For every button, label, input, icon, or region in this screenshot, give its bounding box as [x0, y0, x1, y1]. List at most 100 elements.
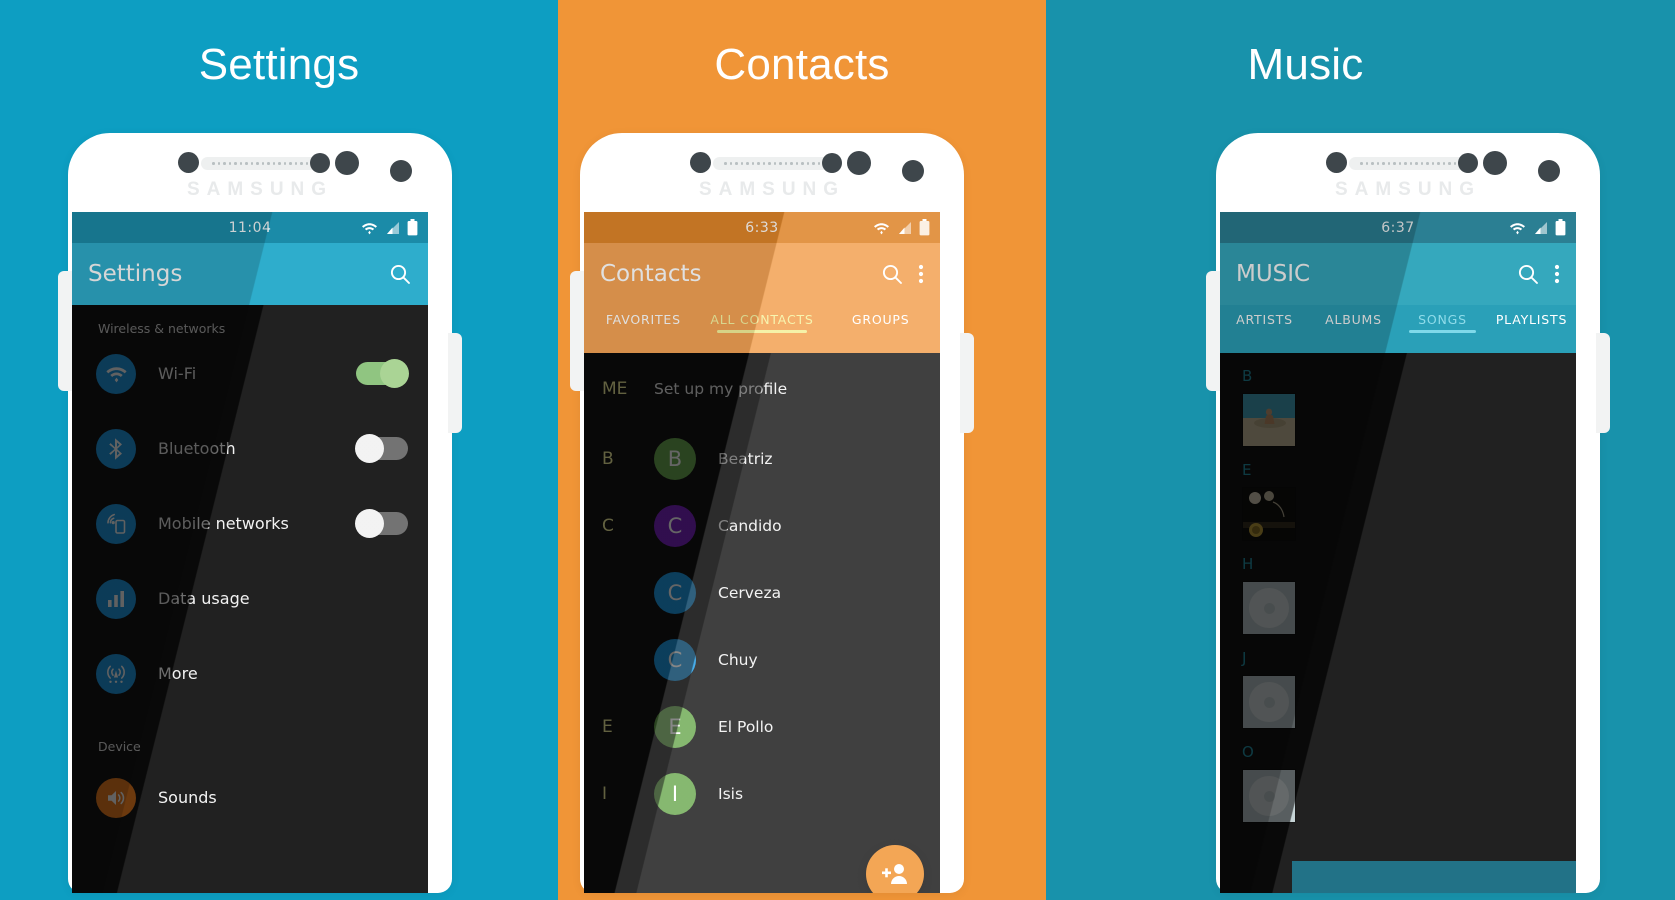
tab-label: ALL CONTACTS	[710, 312, 814, 327]
settings-row-label: Data usage	[158, 589, 250, 608]
tab-label: FAVORITES	[605, 312, 681, 327]
settings-row-data-usage[interactable]: Data usage	[72, 561, 428, 636]
volume-button[interactable]	[58, 271, 72, 391]
earpiece-speaker	[201, 157, 319, 170]
contacts-row[interactable]: B B Beatriz	[584, 425, 940, 492]
front-camera	[1326, 152, 1347, 173]
panel-title-settings: Settings	[198, 40, 360, 89]
tab-albums[interactable]: ALBUMS	[1309, 305, 1398, 327]
wifi-icon	[361, 220, 378, 235]
tab-bar-music[interactable]: ARTISTS ALBUMS SONGS PLAYLISTS	[1220, 305, 1576, 353]
contacts-row-me[interactable]: ME Set up my profile	[584, 353, 940, 425]
wifi-toggle[interactable]	[356, 359, 409, 388]
app-title: MUSIC	[1236, 261, 1311, 287]
proximity-sensor	[1458, 153, 1478, 173]
phone-music: SAMSUNG 6:37 MUSIC ARTISTS ALBUMS SONGS …	[1206, 133, 1610, 893]
volume-icon	[96, 777, 136, 818]
screen-settings: 11:04 Settings Wireless & networks Wi-Fi…	[72, 212, 428, 893]
avatar-initial: E	[668, 714, 682, 739]
album-art-placeholder[interactable]	[1242, 769, 1296, 823]
power-button[interactable]	[448, 333, 462, 433]
settings-row-sounds[interactable]: Sounds	[72, 760, 428, 835]
volume-button[interactable]	[1206, 271, 1220, 391]
contact-name: Beatriz	[718, 449, 773, 468]
more-vert-icon[interactable]	[1554, 262, 1560, 286]
contacts-setup-profile: Set up my profile	[654, 380, 788, 398]
settings-row-more[interactable]: More	[72, 636, 428, 711]
wifi-icon	[96, 353, 136, 394]
settings-row-bluetooth[interactable]: Bluetooth	[72, 411, 428, 486]
add-contact-icon	[882, 864, 907, 884]
status-bar: 11:04	[72, 212, 428, 243]
power-button[interactable]	[960, 333, 974, 433]
contacts-row[interactable]: E E El Pollo	[584, 693, 940, 760]
app-bar-music: MUSIC	[1220, 243, 1576, 305]
more-vert-icon[interactable]	[918, 262, 924, 286]
tab-artists[interactable]: ARTISTS	[1220, 305, 1309, 327]
settings-row-label: Sounds	[158, 788, 217, 807]
avatar: C	[654, 638, 696, 681]
now-playing-bar[interactable]	[1292, 861, 1576, 893]
settings-list[interactable]: Wireless & networks Wi-Fi Bluetooth Mobi…	[72, 305, 428, 893]
contacts-index-letter: I	[602, 783, 608, 804]
album-art-stage[interactable]	[1242, 487, 1296, 541]
album-art-beach[interactable]	[1242, 393, 1296, 447]
bluetooth-toggle[interactable]	[355, 434, 408, 463]
wifi-icon	[873, 220, 890, 235]
status-bar: 6:33	[584, 212, 940, 243]
contact-name: Cerveza	[718, 583, 782, 602]
signal-icon	[1533, 221, 1548, 235]
tab-groups[interactable]: GROUPS	[821, 305, 940, 327]
music-group-letter: H	[1242, 555, 1254, 573]
tab-playlists[interactable]: PLAYLISTS	[1487, 305, 1576, 327]
contacts-row[interactable]: C C Candido	[584, 492, 940, 559]
phone-settings: SAMSUNG 11:04 Settings Wireless & networ…	[58, 133, 462, 893]
tab-bar-contacts[interactable]: FAVORITES ALL CONTACTS GROUPS	[584, 305, 940, 353]
tab-favorites[interactable]: FAVORITES	[584, 305, 703, 327]
contacts-row[interactable]: C Cerveza	[584, 559, 940, 626]
photo-beach	[1243, 394, 1295, 446]
device-brand: SAMSUNG	[186, 179, 334, 200]
album-art-placeholder[interactable]	[1242, 581, 1296, 635]
panel-contacts: Contacts SAMSUNG 6:33 Contacts FAVORITES…	[558, 0, 1046, 900]
contacts-row[interactable]: C Chuy	[584, 626, 940, 693]
search-icon[interactable]	[880, 262, 904, 286]
tab-label: PLAYLISTS	[1495, 312, 1568, 327]
search-icon[interactable]	[388, 262, 412, 286]
settings-row-wifi[interactable]: Wi-Fi	[72, 336, 428, 411]
music-songs-list[interactable]: B E H J O	[1220, 353, 1576, 893]
app-bar-settings: Settings	[72, 243, 428, 305]
battery-icon	[407, 219, 418, 236]
signal-icon	[385, 221, 400, 235]
settings-row-mobile-networks[interactable]: Mobile networks	[72, 486, 428, 561]
search-icon[interactable]	[1516, 262, 1540, 286]
tab-all-contacts[interactable]: ALL CONTACTS	[703, 305, 822, 333]
battery-icon	[1555, 219, 1566, 236]
earpiece-speaker	[1349, 157, 1467, 170]
proximity-sensor	[310, 153, 330, 173]
broadcast-icon	[96, 653, 136, 694]
volume-button[interactable]	[570, 271, 584, 391]
disc-placeholder-icon	[1249, 776, 1289, 816]
music-group-letter: E	[1242, 461, 1252, 479]
panel-music: Music SAMSUNG 6:37 MUSIC ARTISTS ALBUMS …	[1046, 0, 1675, 900]
battery-icon	[919, 219, 930, 236]
add-contact-fab[interactable]	[866, 845, 924, 893]
avatar-initial: C	[667, 580, 683, 605]
tab-label: SONGS	[1418, 312, 1467, 327]
poster: Settings SAMSUNG 11:04 Settings Wireless…	[0, 0, 1675, 900]
app-title: Settings	[88, 261, 183, 287]
tab-label: ARTISTS	[1236, 312, 1293, 327]
album-art-placeholder[interactable]	[1242, 675, 1296, 729]
power-button[interactable]	[1596, 333, 1610, 433]
avatar: E	[654, 705, 696, 748]
avatar-initial: B	[667, 446, 683, 471]
settings-row-label: Wi-Fi	[158, 364, 197, 383]
mobile-networks-toggle[interactable]	[355, 509, 408, 538]
contacts-list[interactable]: ME Set up my profile B B Beatriz C C Can…	[584, 353, 940, 893]
photo-stage	[1243, 488, 1295, 540]
contacts-row[interactable]: I I Isis	[584, 760, 940, 827]
contacts-index-letter: ME	[602, 379, 628, 399]
tab-songs[interactable]: SONGS	[1398, 305, 1487, 333]
disc-placeholder-icon	[1249, 588, 1289, 628]
